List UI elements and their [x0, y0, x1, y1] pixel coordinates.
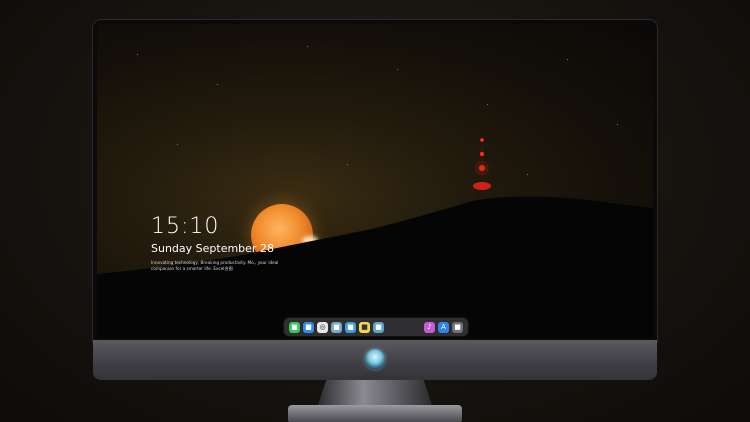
- monitor-stand-base: [288, 405, 462, 422]
- claquette-icon[interactable]: ■: [345, 321, 356, 333]
- messages-icon[interactable]: ■: [289, 321, 300, 333]
- preview-icon[interactable]: ■: [331, 321, 342, 333]
- monitor-stand: [317, 380, 433, 408]
- notes-icon[interactable]: ■: [359, 321, 370, 333]
- lock-tagline: Innovating technology, Breaking producti…: [151, 260, 279, 271]
- lock-screen[interactable]: 15:10 Sunday September 28 Innovating tec…: [97, 24, 653, 338]
- lock-time: 15:10: [151, 214, 220, 239]
- scene-background: 15:10 Sunday September 28 Innovating tec…: [0, 0, 750, 422]
- safari-icon[interactable]: ◎: [317, 321, 328, 333]
- desktop-monitor: 15:10 Sunday September 28 Innovating tec…: [93, 20, 657, 380]
- monitor-bezel: 15:10 Sunday September 28 Innovating tec…: [93, 20, 657, 342]
- dock: ■ ■ ◎ ■ ■ ■ ■ ♪ A ■: [284, 318, 468, 336]
- camera-icon[interactable]: ■: [452, 321, 463, 333]
- app-store-icon[interactable]: A: [438, 321, 449, 333]
- monitor-chin: [93, 340, 657, 380]
- photos-app-icon[interactable]: ■: [373, 321, 384, 333]
- finder-icon[interactable]: ■: [303, 321, 314, 333]
- lock-date: Sunday September 28: [151, 242, 274, 255]
- music-icon[interactable]: ♪: [424, 321, 435, 333]
- brand-logo-icon: [365, 349, 385, 369]
- hill-silhouette: [97, 196, 653, 338]
